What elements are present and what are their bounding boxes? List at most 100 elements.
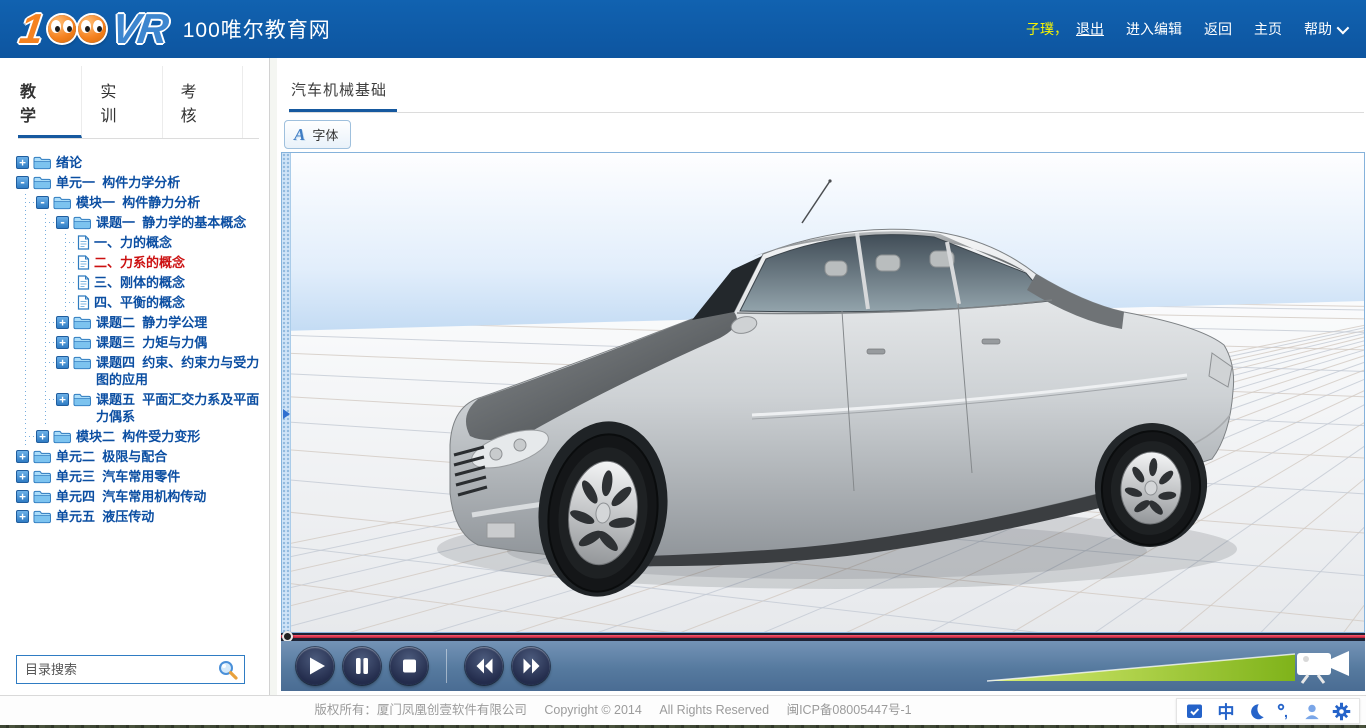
- folder-icon: [73, 355, 92, 370]
- search-icon[interactable]: [217, 659, 239, 681]
- home-link[interactable]: 主页: [1254, 19, 1282, 39]
- folder-icon: [33, 449, 52, 464]
- tree-item[interactable]: + 绪论: [16, 154, 265, 171]
- tree-item-label[interactable]: 单元二 极限与配合: [56, 448, 171, 465]
- pause-icon: [345, 649, 379, 683]
- tree-item[interactable]: - 课题一 静力学的基本概念: [16, 214, 265, 231]
- fullwidth-moon-icon[interactable]: [1247, 702, 1265, 721]
- punctuation-icon[interactable]: ,: [1276, 702, 1292, 721]
- expand-icon[interactable]: +: [16, 490, 29, 503]
- tree-item-label[interactable]: 课题四 约束、约束力与受力图的应用: [96, 354, 265, 388]
- tree-item[interactable]: 三、刚体的概念: [16, 274, 265, 291]
- tree-item[interactable]: + 模块二 构件受力变形: [16, 428, 265, 445]
- chinese-mode-icon[interactable]: 中: [1216, 702, 1236, 721]
- pause-button[interactable]: [343, 647, 381, 685]
- tree-guide: [16, 274, 36, 291]
- tree-item[interactable]: + 课题三 力矩与力偶: [16, 334, 265, 351]
- splitter-arrow-icon[interactable]: [283, 409, 290, 419]
- 3d-viewer[interactable]: [281, 152, 1365, 633]
- logo-zero-ball-icon: [78, 15, 106, 43]
- tree-item[interactable]: + 课题二 静力学公理: [16, 314, 265, 331]
- viewer-splitter[interactable]: [282, 153, 291, 632]
- tree-item-label[interactable]: 课题二 静力学公理: [96, 314, 211, 331]
- expand-icon[interactable]: +: [56, 393, 69, 406]
- page-footer: 版权所有：厦门凤凰创壹软件有限公司 Copyright © 2014 All R…: [0, 695, 1366, 728]
- tree-item-label[interactable]: 单元三 汽车常用零件: [56, 468, 184, 485]
- tab-assessment[interactable]: 考 核: [179, 66, 243, 138]
- expand-icon[interactable]: +: [16, 510, 29, 523]
- help-menu[interactable]: 帮助: [1304, 19, 1346, 39]
- tree-item[interactable]: 四、平衡的概念: [16, 294, 265, 311]
- tree-item[interactable]: + 单元三 汽车常用零件: [16, 468, 265, 485]
- collapse-icon[interactable]: -: [56, 216, 69, 229]
- tree-guide: [16, 334, 36, 351]
- tree-item-label[interactable]: 绪论: [56, 154, 86, 171]
- tree-guide: [36, 234, 56, 251]
- tree-item-label[interactable]: 课题三 力矩与力偶: [96, 334, 211, 351]
- tree-guide: [36, 314, 56, 331]
- tab-course-title[interactable]: 汽车机械基础: [289, 66, 397, 112]
- tree-item[interactable]: + 单元四 汽车常用机构传动: [16, 488, 265, 505]
- tree-item[interactable]: + 课题四 约束、约束力与受力图的应用: [16, 354, 265, 388]
- forward-button[interactable]: [512, 647, 550, 685]
- catalog-search-box: [16, 655, 245, 684]
- tree-guide: [56, 254, 76, 271]
- logout-link[interactable]: 退出: [1076, 19, 1104, 39]
- tree-item[interactable]: + 课题五 平面汇交力系及平面力偶系: [16, 391, 265, 425]
- tree-item-label[interactable]: 单元一 构件力学分析: [56, 174, 184, 191]
- tree-item[interactable]: 二、力系的概念: [16, 254, 265, 271]
- tree-item-label[interactable]: 模块一 构件静力分析: [76, 194, 204, 211]
- tree-item[interactable]: - 模块一 构件静力分析: [16, 194, 265, 211]
- play-button[interactable]: [296, 647, 334, 685]
- tree-item[interactable]: 一、力的概念: [16, 234, 265, 251]
- tree-guide: [16, 214, 36, 231]
- user-icon[interactable]: [1303, 702, 1321, 721]
- enter-edit-link[interactable]: 进入编辑: [1126, 19, 1182, 39]
- search-input[interactable]: [25, 662, 217, 677]
- font-button[interactable]: A 字体: [284, 120, 351, 149]
- tree-guide: [16, 194, 36, 211]
- user-name: 子璞，: [1026, 19, 1068, 39]
- tab-teaching[interactable]: 教 学: [18, 66, 82, 138]
- collapse-icon[interactable]: -: [36, 196, 49, 209]
- tree-item-label[interactable]: 模块二 构件受力变形: [76, 428, 204, 445]
- tree-item-label[interactable]: 单元五 液压传动: [56, 508, 158, 525]
- site-logo[interactable]: 1 VR: [20, 8, 167, 50]
- expand-icon[interactable]: +: [16, 450, 29, 463]
- tree-item-label[interactable]: 三、刚体的概念: [94, 274, 189, 291]
- logo-zero-ball-icon: [48, 15, 76, 43]
- font-a-icon: A: [294, 126, 305, 143]
- help-label: 帮助: [1304, 19, 1332, 39]
- folder-icon: [53, 429, 72, 444]
- expand-icon[interactable]: +: [16, 470, 29, 483]
- expand-icon[interactable]: +: [56, 356, 69, 369]
- back-link[interactable]: 返回: [1204, 19, 1232, 39]
- folder-icon: [33, 469, 52, 484]
- rewind-button[interactable]: [465, 647, 503, 685]
- tree-item-label[interactable]: 一、力的概念: [94, 234, 176, 251]
- tree-guide: [56, 294, 76, 311]
- collapse-icon[interactable]: -: [16, 176, 29, 189]
- ime-panel-icon[interactable]: [1185, 702, 1205, 721]
- tree-item[interactable]: + 单元五 液压传动: [16, 508, 265, 525]
- stop-button[interactable]: [390, 647, 428, 685]
- tree-item-label[interactable]: 四、平衡的概念: [94, 294, 189, 311]
- speed-wedge: [987, 648, 1359, 684]
- tree-item-label[interactable]: 单元四 汽车常用机构传动: [56, 488, 210, 505]
- tab-training[interactable]: 实 训: [98, 66, 162, 138]
- tree-item[interactable]: - 单元一 构件力学分析: [16, 174, 265, 191]
- tree-item-label[interactable]: 二、力系的概念: [94, 254, 189, 271]
- settings-gear-icon[interactable]: [1332, 702, 1351, 721]
- tree-item-label[interactable]: 课题五 平面汇交力系及平面力偶系: [96, 391, 265, 425]
- tree-item-label[interactable]: 课题一 静力学的基本概念: [96, 214, 250, 231]
- folder-icon: [33, 509, 52, 524]
- expand-icon[interactable]: +: [36, 430, 49, 443]
- tree-item[interactable]: + 单元二 极限与配合: [16, 448, 265, 465]
- playback-seekbar[interactable]: [281, 633, 1365, 641]
- player-controls: [281, 641, 1365, 691]
- tree-guide: [56, 234, 76, 251]
- expand-icon[interactable]: +: [56, 336, 69, 349]
- expand-icon[interactable]: +: [16, 156, 29, 169]
- tree-guide: [36, 391, 56, 425]
- expand-icon[interactable]: +: [56, 316, 69, 329]
